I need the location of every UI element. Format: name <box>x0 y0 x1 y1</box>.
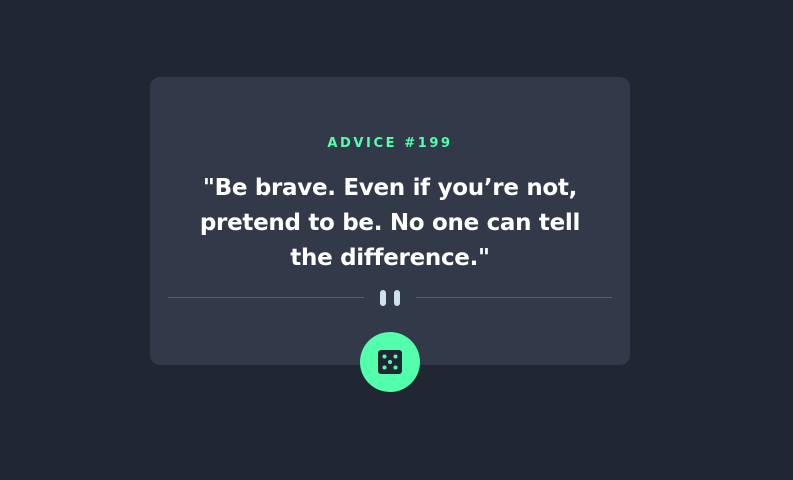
dice-icon <box>378 350 402 374</box>
advice-quote: "Be brave. Even if you’re not, pretend t… <box>199 175 581 271</box>
divider-line-right <box>416 297 612 298</box>
new-advice-button[interactable] <box>360 332 420 392</box>
pause-icon <box>380 290 400 306</box>
advice-number: ADVICE #199 <box>327 136 453 151</box>
divider <box>168 289 612 307</box>
divider-line-left <box>168 297 364 298</box>
advice-card: ADVICE #199 "Be brave. Even if you’re no… <box>150 77 630 365</box>
page: ADVICE #199 "Be brave. Even if you’re no… <box>0 0 793 480</box>
